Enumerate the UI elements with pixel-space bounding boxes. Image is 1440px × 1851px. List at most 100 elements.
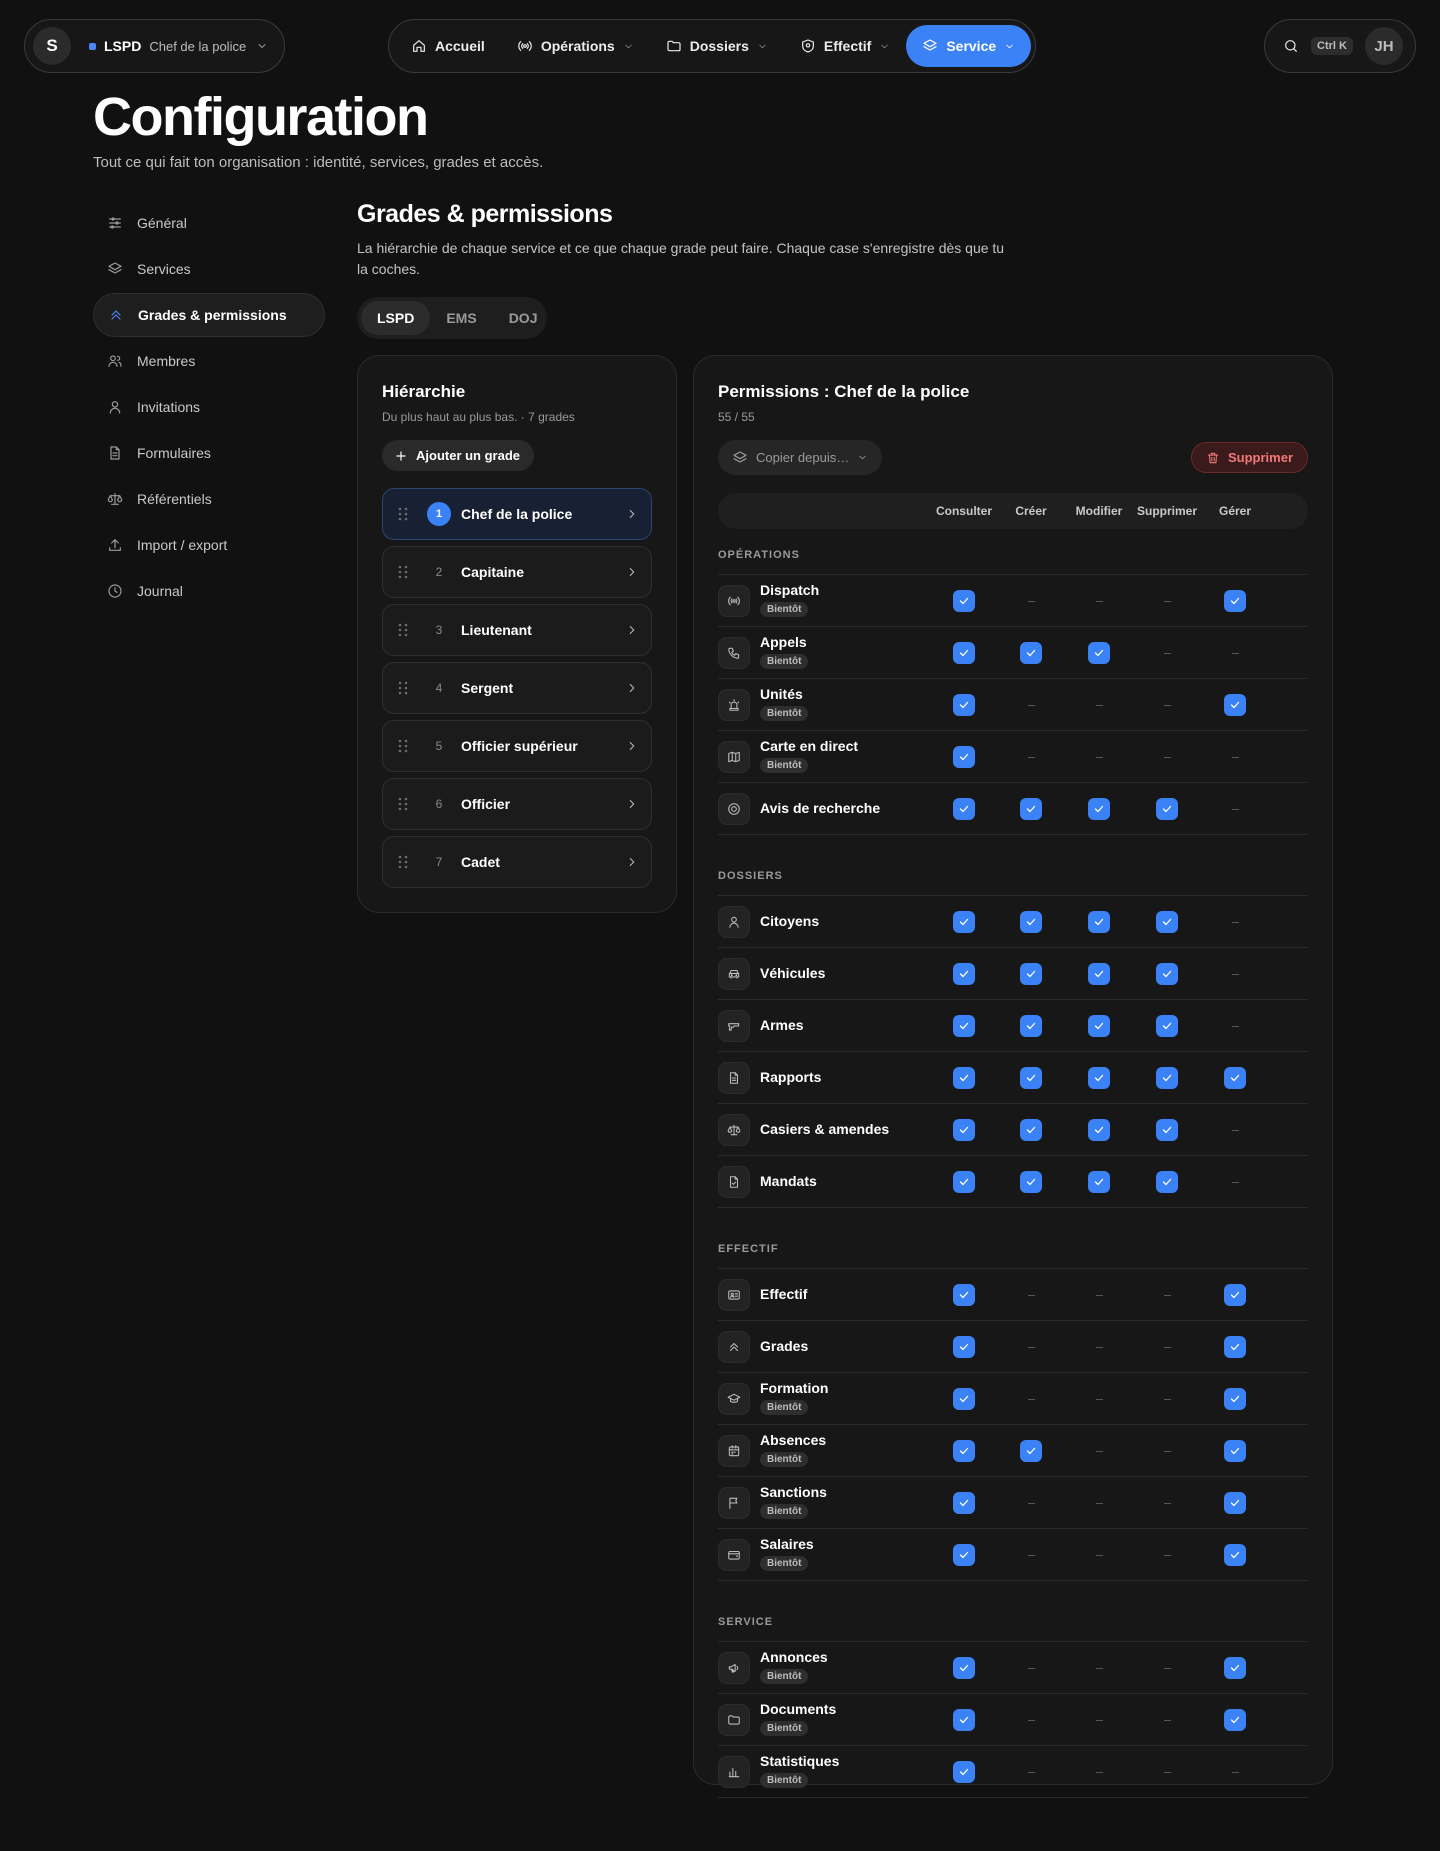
checkbox-gerer[interactable]: [1224, 694, 1246, 716]
drag-handle-icon[interactable]: [397, 565, 409, 579]
checkbox-modifier[interactable]: [1088, 1015, 1110, 1037]
checkbox-gerer[interactable]: [1224, 1440, 1246, 1462]
checkbox-creer[interactable]: [1020, 963, 1042, 985]
checkbox-consulter[interactable]: [953, 1015, 975, 1037]
grade-item[interactable]: 6 Officier: [382, 778, 652, 830]
checkbox-supprimer[interactable]: [1156, 911, 1178, 933]
checkbox-gerer[interactable]: [1224, 590, 1246, 612]
nav-effectif[interactable]: Effectif: [784, 25, 906, 67]
chevron-right-icon[interactable]: [625, 681, 639, 695]
org-switcher[interactable]: S LSPD Chef de la police: [24, 19, 285, 73]
add-grade-button[interactable]: Ajouter un grade: [382, 440, 535, 471]
checkbox-modifier[interactable]: [1088, 911, 1110, 933]
checkbox-supprimer[interactable]: [1156, 1119, 1178, 1141]
checkbox-creer[interactable]: [1020, 1067, 1042, 1089]
search-icon[interactable]: [1283, 38, 1299, 54]
checkbox-consulter[interactable]: [953, 911, 975, 933]
nav-accueil[interactable]: Accueil: [395, 25, 501, 67]
checkbox-consulter[interactable]: [953, 1440, 975, 1462]
checkbox-consulter[interactable]: [953, 694, 975, 716]
grade-item[interactable]: 2 Capitaine: [382, 546, 652, 598]
checkbox-consulter[interactable]: [953, 1761, 975, 1783]
checkbox-creer[interactable]: [1020, 1440, 1042, 1462]
sidebar-item-services[interactable]: Services: [93, 247, 325, 291]
drag-handle-icon[interactable]: [397, 855, 409, 869]
checkbox-gerer[interactable]: [1224, 1709, 1246, 1731]
checkbox-consulter[interactable]: [953, 1709, 975, 1731]
grade-item[interactable]: 1 Chef de la police: [382, 488, 652, 540]
sidebar-item-grades-permissions[interactable]: Grades & permissions: [93, 293, 325, 337]
chevron-right-icon[interactable]: [625, 797, 639, 811]
chevron-right-icon[interactable]: [625, 855, 639, 869]
sidebar-item-import-export[interactable]: Import / export: [93, 523, 325, 567]
drag-handle-icon[interactable]: [397, 507, 409, 521]
checkbox-consulter[interactable]: [953, 1657, 975, 1679]
checkbox-consulter[interactable]: [953, 1336, 975, 1358]
checkbox-consulter[interactable]: [953, 1119, 975, 1141]
chevron-right-icon[interactable]: [625, 507, 639, 521]
checkbox-modifier[interactable]: [1088, 1171, 1110, 1193]
chevron-right-icon[interactable]: [625, 565, 639, 579]
checkbox-creer[interactable]: [1020, 798, 1042, 820]
checkbox-modifier[interactable]: [1088, 1119, 1110, 1141]
grade-item[interactable]: 3 Lieutenant: [382, 604, 652, 656]
sidebar-item-journal[interactable]: Journal: [93, 569, 325, 613]
nav-dossiers[interactable]: Dossiers: [650, 25, 784, 67]
checkbox-gerer[interactable]: [1224, 1657, 1246, 1679]
checkbox-gerer[interactable]: [1224, 1544, 1246, 1566]
checkbox-consulter[interactable]: [953, 1067, 975, 1089]
checkbox-supprimer[interactable]: [1156, 1067, 1178, 1089]
checkbox-supprimer[interactable]: [1156, 963, 1178, 985]
sidebar-item-referentiels[interactable]: Référentiels: [93, 477, 325, 521]
checkbox-consulter[interactable]: [953, 590, 975, 612]
checkbox-modifier[interactable]: [1088, 798, 1110, 820]
checkbox-creer[interactable]: [1020, 911, 1042, 933]
checkbox-gerer[interactable]: [1224, 1067, 1246, 1089]
nav-service[interactable]: Service: [906, 25, 1032, 67]
checkbox-modifier[interactable]: [1088, 963, 1110, 985]
tab-doj[interactable]: DOJ: [493, 301, 554, 335]
checkbox-consulter[interactable]: [953, 642, 975, 664]
checkbox-consulter[interactable]: [953, 798, 975, 820]
checkbox-consulter[interactable]: [953, 746, 975, 768]
checkbox-supprimer[interactable]: [1156, 798, 1178, 820]
grade-item[interactable]: 7 Cadet: [382, 836, 652, 888]
checkbox-creer[interactable]: [1020, 1015, 1042, 1037]
checkbox-gerer[interactable]: [1224, 1336, 1246, 1358]
checkbox-gerer[interactable]: [1224, 1284, 1246, 1306]
checkbox-supprimer[interactable]: [1156, 1015, 1178, 1037]
checkbox-creer[interactable]: [1020, 1119, 1042, 1141]
grade-item[interactable]: 4 Sergent: [382, 662, 652, 714]
chevron-right-icon[interactable]: [625, 623, 639, 637]
grade-item[interactable]: 5 Officier supérieur: [382, 720, 652, 772]
user-avatar[interactable]: JH: [1364, 27, 1403, 65]
drag-handle-icon[interactable]: [397, 797, 409, 811]
checkbox-consulter[interactable]: [953, 1171, 975, 1193]
checkbox-gerer[interactable]: [1224, 1492, 1246, 1514]
checkbox-consulter[interactable]: [953, 1492, 975, 1514]
sidebar-item-invitations[interactable]: Invitations: [93, 385, 325, 429]
chevron-right-icon[interactable]: [625, 739, 639, 753]
checkbox-consulter[interactable]: [953, 1388, 975, 1410]
sidebar-item-membres[interactable]: Membres: [93, 339, 325, 383]
copy-from-dropdown[interactable]: Copier depuis…: [718, 440, 883, 475]
checkbox-creer[interactable]: [1020, 642, 1042, 664]
checkbox-gerer[interactable]: [1224, 1388, 1246, 1410]
drag-handle-icon[interactable]: [397, 681, 409, 695]
drag-handle-icon[interactable]: [397, 623, 409, 637]
checkbox-consulter[interactable]: [953, 1544, 975, 1566]
search-area[interactable]: Ctrl K JH: [1264, 19, 1416, 73]
delete-grade-button[interactable]: Supprimer: [1190, 442, 1308, 473]
checkbox-consulter[interactable]: [953, 963, 975, 985]
checkbox-consulter[interactable]: [953, 1284, 975, 1306]
checkbox-modifier[interactable]: [1088, 642, 1110, 664]
sidebar-item-general[interactable]: Général: [93, 201, 325, 245]
nav-operations[interactable]: Opérations: [501, 25, 650, 67]
checkbox-modifier[interactable]: [1088, 1067, 1110, 1089]
checkbox-supprimer[interactable]: [1156, 1171, 1178, 1193]
checkbox-creer[interactable]: [1020, 1171, 1042, 1193]
sidebar-item-formulaires[interactable]: Formulaires: [93, 431, 325, 475]
tab-lspd[interactable]: LSPD: [361, 301, 431, 335]
tab-ems[interactable]: EMS: [430, 301, 492, 335]
drag-handle-icon[interactable]: [397, 739, 409, 753]
